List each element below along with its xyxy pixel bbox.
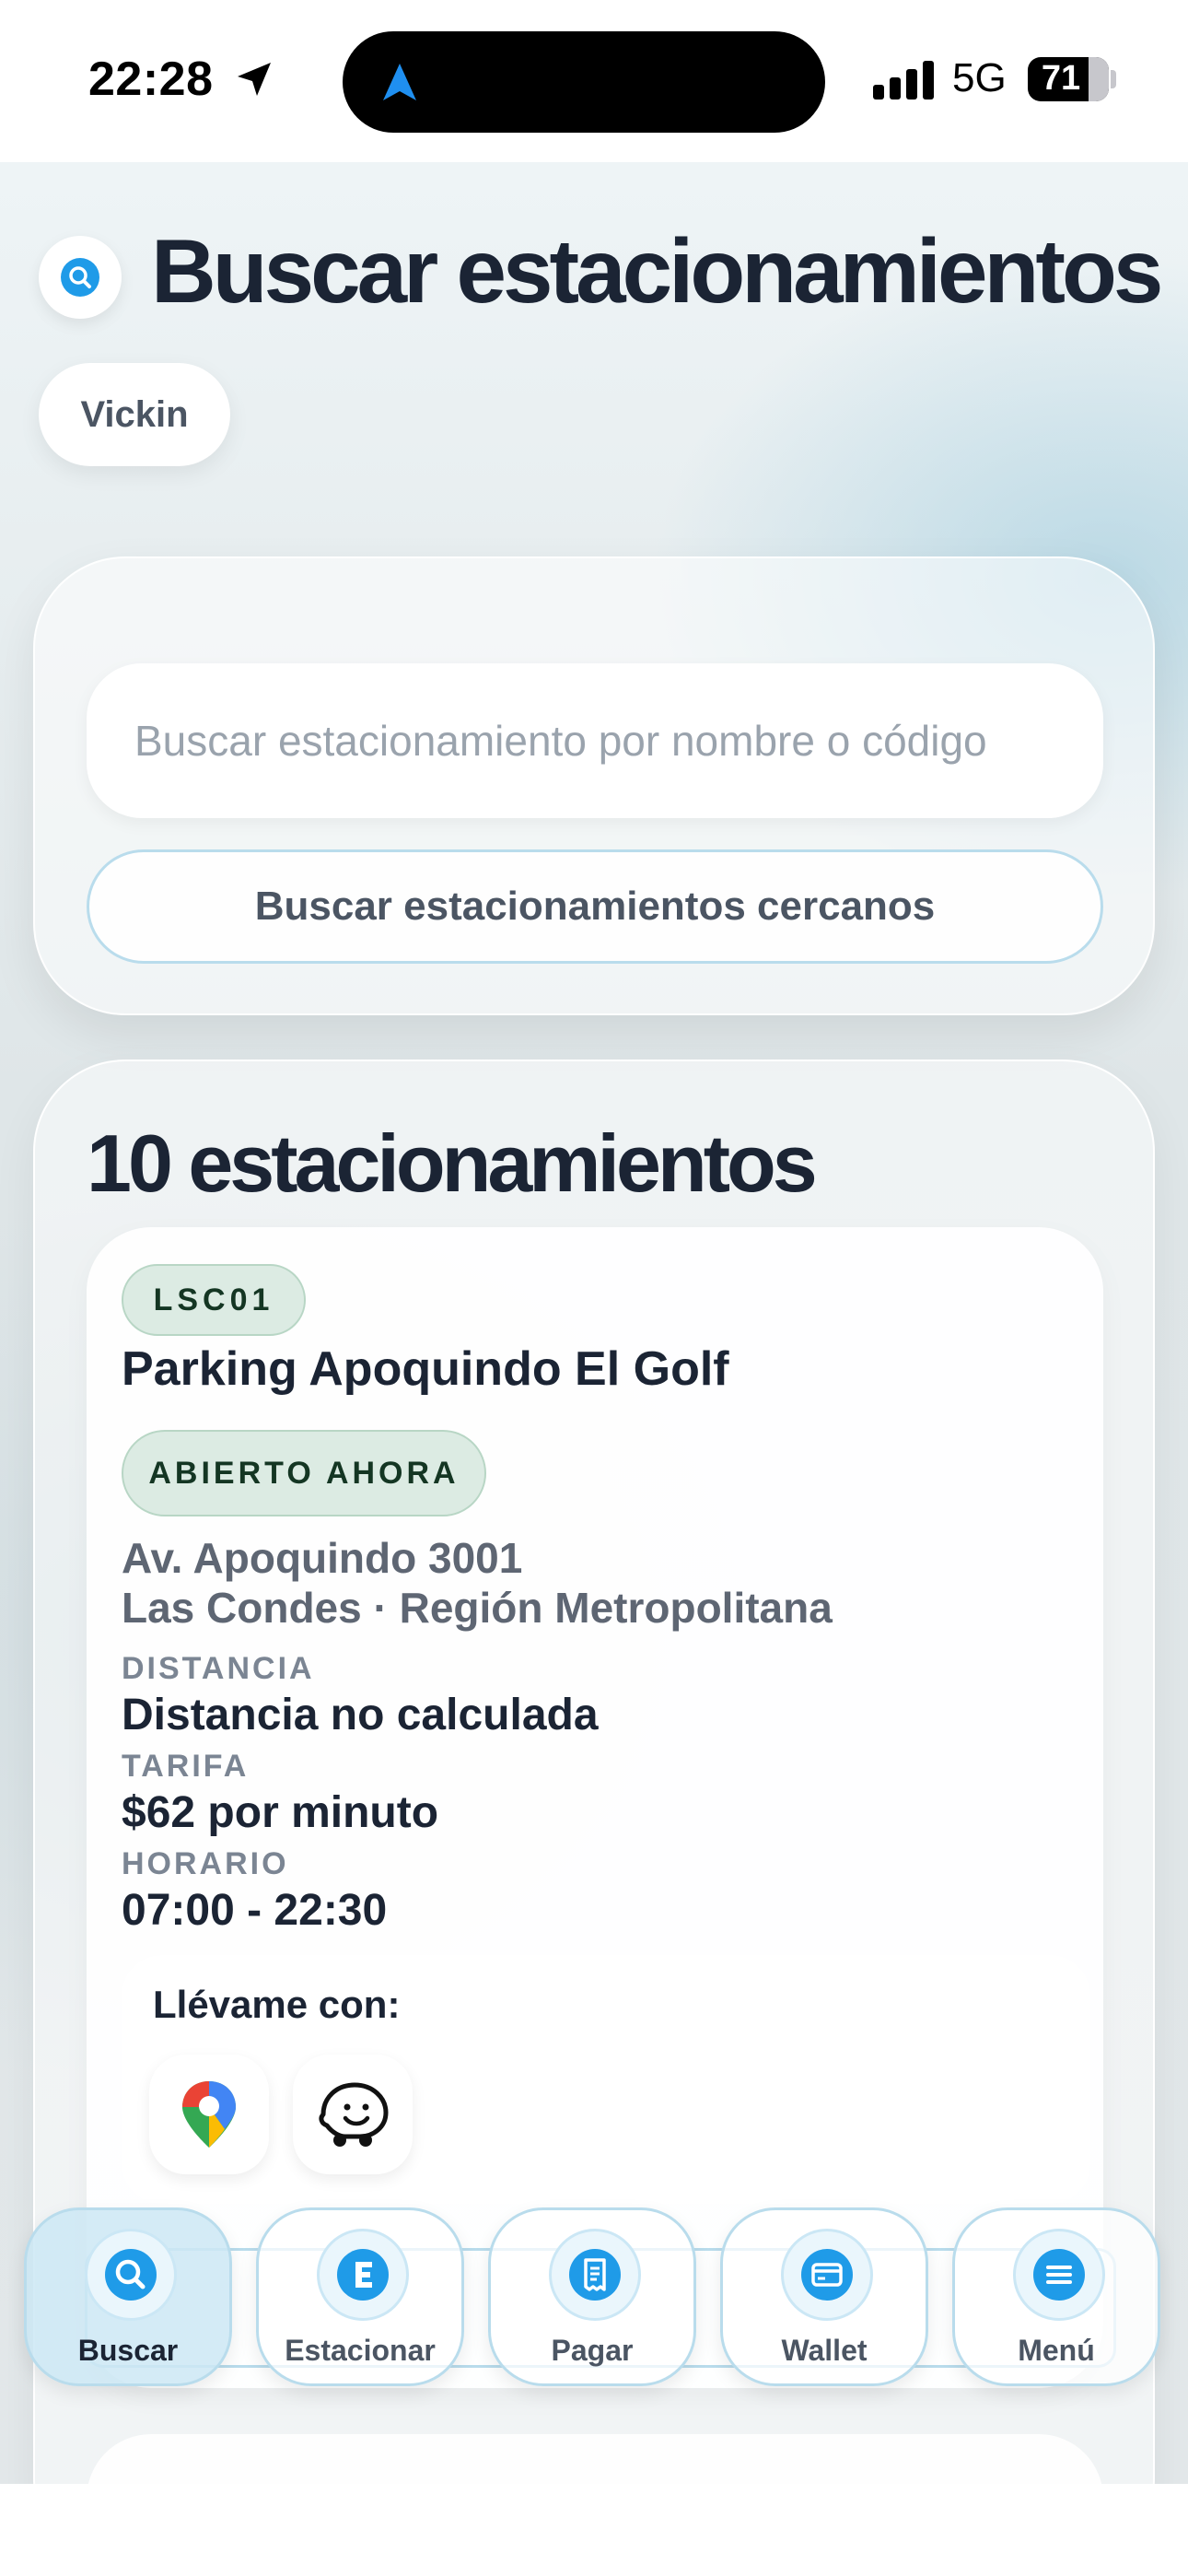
tab-wallet[interactable]: Wallet — [720, 2207, 928, 2386]
battery-tip — [1111, 70, 1116, 88]
tab-menu[interactable]: Menú — [952, 2207, 1160, 2386]
results-count-title: 10 estacionamientos — [87, 1118, 818, 1209]
waze-icon — [319, 2082, 389, 2147]
tab-icon-wrap — [549, 2229, 641, 2321]
page-title: Buscar estacionamientos — [151, 220, 1163, 322]
location-arrow-icon — [238, 63, 271, 96]
navigate-with-label: Llévame con: — [153, 1983, 401, 2026]
app-screen: Buscar estacionamientos Vickin Buscar es… — [0, 162, 1188, 2484]
parking-name: Parking Apoquindo El Golf — [122, 1342, 729, 1396]
menu-icon — [1033, 2249, 1085, 2301]
status-bar: 22:28 5G 71 — [0, 0, 1188, 162]
search-nearby-button[interactable]: Buscar estacionamientos cercanos — [87, 849, 1103, 964]
parking-code-badge: LSC01 — [122, 1264, 306, 1336]
waze-button[interactable] — [293, 2055, 413, 2174]
battery-icon: 71 — [1028, 57, 1109, 101]
open-status-badge: ABIERTO AHORA — [122, 1430, 486, 1516]
network-type: 5G — [952, 55, 1007, 100]
status-time: 22:28 — [88, 53, 214, 106]
tab-label: Pagar — [551, 2334, 634, 2367]
tab-pagar[interactable]: Pagar — [488, 2207, 696, 2386]
google-maps-button[interactable] — [149, 2055, 269, 2174]
home-indicator-area — [0, 2484, 1188, 2576]
rate-value: $62 por minuto — [122, 1788, 439, 1837]
distance-label: DISTANCIA — [122, 1651, 315, 1686]
search-card: Buscar estacionamientos cercanos — [33, 556, 1155, 1015]
navigation-arrow-icon — [383, 64, 416, 100]
tab-label: Buscar — [77, 2334, 179, 2367]
google-maps-icon — [182, 2081, 236, 2148]
tab-label: Wallet — [781, 2334, 868, 2367]
distance-value: Distancia no calculada — [122, 1691, 599, 1739]
search-input[interactable] — [87, 663, 1103, 818]
address-line-2: Las Condes · Región Metropolitana — [122, 1584, 833, 1632]
dynamic-island — [343, 31, 825, 133]
hours-label: HORARIO — [122, 1846, 289, 1881]
navigate-with-section: Llévame con: — [122, 1955, 1090, 2204]
search-icon — [105, 2249, 157, 2301]
tab-icon-wrap — [85, 2229, 177, 2321]
tab-label: Estacionar — [285, 2334, 436, 2367]
search-icon — [61, 258, 99, 297]
letter-e-icon — [337, 2249, 389, 2301]
battery-level: 71 — [1041, 59, 1081, 98]
user-chip[interactable]: Vickin — [39, 363, 230, 466]
parking-card-next[interactable] — [87, 2434, 1103, 2484]
tab-icon-wrap — [317, 2229, 409, 2321]
receipt-icon — [569, 2249, 621, 2301]
card-icon — [801, 2249, 853, 2301]
header-search-badge — [39, 236, 122, 319]
hours-value: 07:00 - 22:30 — [122, 1886, 388, 1935]
tab-icon-wrap — [1013, 2229, 1105, 2321]
address-line-1: Av. Apoquindo 3001 — [122, 1534, 523, 1582]
tab-icon-wrap — [781, 2229, 873, 2321]
rate-label: TARIFA — [122, 1749, 250, 1784]
tab-label: Menú — [1018, 2334, 1095, 2367]
signal-icon — [873, 61, 934, 100]
tab-estacionar[interactable]: Estacionar — [256, 2207, 464, 2386]
tab-buscar[interactable]: Buscar — [24, 2207, 232, 2386]
